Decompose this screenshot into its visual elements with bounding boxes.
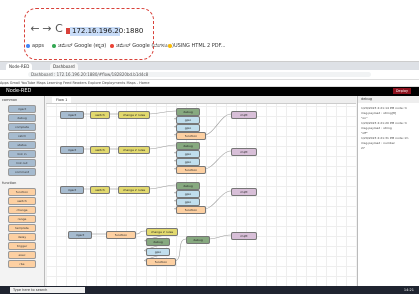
debug-message-line: msg.payload : number [361,141,395,145]
palette-node-inject[interactable]: inject [8,105,36,113]
flow-node-change-2-rules[interactable]: change 2 rules [146,228,178,236]
tab-strip: Node-RED Dashboard [0,62,419,70]
embedded-browser: Node-RED Dashboard Dashboard : 172.16.19… [0,61,419,294]
flow-node-debug[interactable]: debug [176,142,200,150]
palette-node-function[interactable]: function [8,188,36,196]
palette-node-trigger[interactable]: trigger [8,242,36,250]
apps-icon [26,43,30,48]
flow-node-inject[interactable]: inject [60,146,84,154]
deploy-button[interactable]: Deploy [393,88,411,94]
bookmark-google-kannada[interactable]: ಜಿಮೇಲ್ Google (ಕನ್ನಡ) [52,43,106,49]
palette-node-comment[interactable]: comment [8,168,36,176]
flow-node-function[interactable]: function [106,231,136,239]
flow-node-change-2-rules[interactable]: change 2 rules [118,146,150,154]
flow-node-inject[interactable]: inject [68,231,92,239]
node-red-header: Node-RED Deploy [0,87,419,96]
flow-wire [147,110,177,115]
debug-message-line: msg.payload : string [361,126,392,130]
google-icon [110,43,114,48]
palette-node-link-in[interactable]: link in [8,150,36,158]
debug-message-line: msg.payload : string[8] [361,111,397,115]
palette-node-rbe[interactable]: rbe [8,260,36,268]
palette-node-delay[interactable]: delay [8,233,36,241]
taskbar-search-input[interactable]: Type here to search [10,287,85,293]
flow-wire [203,150,232,170]
node-palette: common inject debug complete catch status link… [0,96,45,286]
debug-sidebar: debug 1/29/2023 2:21:14 PM node: ti msg.p… [357,96,419,286]
flow-node-debug[interactable]: debug [176,182,200,190]
palette-node-template[interactable]: template [8,224,36,232]
palette-node-link-out[interactable]: link out [8,159,36,167]
debug-message-line: 1/29/2023 2:21:14 PM node: ti [361,106,407,110]
flow-wire [207,234,232,240]
debug-message-line: 1/29/2023 2:21:20 PM node: ti [361,121,407,125]
palette-node-switch[interactable]: switch [8,197,36,205]
flow-node-inject[interactable]: inject [60,111,84,119]
debug-message-line: 27 [361,146,365,150]
inner-bookmarks-bar: Apps Gmail YouTube Maps Learning Feed Re… [0,80,419,87]
flow-node-debug[interactable]: debug [186,236,210,244]
flow-node-function[interactable]: function [146,258,176,266]
palette-node-change[interactable]: change [8,206,36,214]
flow-wire [203,113,232,136]
flow-node-function[interactable]: function [176,132,206,140]
flow-node-mqtt[interactable]: mqtt [231,188,257,196]
flow-node-change-2-rules[interactable]: change 2 rules [118,111,150,119]
palette-section-common[interactable]: common [2,98,42,103]
flow-workspace[interactable]: Flow 1 inject switch change 2 rules debug gp… [46,96,356,286]
flow-node-debug[interactable]: debug [146,238,170,246]
palette-node-status[interactable]: status [8,141,36,149]
flow-node-gpio[interactable]: gpio [176,198,200,206]
flow-node-function[interactable]: function [176,166,206,174]
flow-node-switch[interactable]: switch [90,111,110,119]
flow-node-gpio[interactable]: gpio [146,248,170,256]
debug-message-line: "on" [361,116,368,120]
flow-node-mqtt[interactable]: mqtt [231,232,257,240]
flow-node-mqtt[interactable]: mqtt [231,111,257,119]
highlight-annotation [24,8,154,60]
bookmark-apps[interactable]: apps [26,43,44,49]
flow-wire [173,238,187,262]
tab-dashboard[interactable]: Dashboard [50,63,78,70]
flow-node-change-2-rules[interactable]: change 2 rules [118,186,150,194]
flow-node-gpio[interactable]: gpio [176,190,200,198]
flow-node-gpio[interactable]: gpio [176,116,200,124]
flow-wire [147,144,177,150]
inner-address-row: Dashboard : 172.16.196.20:1880/#flow/182… [0,70,419,80]
bookmark-icon [168,43,172,48]
google-icon [52,43,56,48]
flow-node-inject[interactable]: inject [60,186,84,194]
palette-section-function[interactable]: function [2,181,42,186]
bookmarks-bar: apps ಜಿಮೇಲ್ Google (ಕನ್ನಡ) ಜಿಮೇಲ್ Google… [0,40,419,51]
palette-node-complete[interactable]: complete [8,123,36,131]
bookmark-google-bengaluru[interactable]: ಜಿಮೇಲ್ Google (ಬೆಂಗಳೂರು) [110,43,174,49]
node-red-logo: Node-RED [6,88,32,94]
flow-wire [147,184,177,190]
flow-node-gpio[interactable]: gpio [176,158,200,166]
flow-wire [203,190,232,210]
flow-node-switch[interactable]: switch [90,146,110,154]
palette-node-exec[interactable]: exec [8,251,36,259]
flow-node-mqtt[interactable]: mqtt [231,148,257,156]
flow-node-gpio[interactable]: gpio [176,150,200,158]
flow-node-switch[interactable]: switch [90,186,110,194]
tab-node-red[interactable]: Node-RED [6,63,33,70]
flow-node-function[interactable]: function [176,206,206,214]
flow-node-debug[interactable]: debug [176,108,200,116]
palette-node-debug[interactable]: debug [8,114,36,122]
bookmark-html2pdf[interactable]: USING HTML 2 PDF... [168,43,226,49]
flow-node-gpio[interactable]: gpio [176,124,200,132]
palette-node-catch[interactable]: catch [8,132,36,140]
debug-message-line: 1/29/2023 2:21:31 PM node: lm [361,136,409,140]
taskbar-clock: 14:21 [403,288,414,292]
debug-message-line: "off" [361,131,368,135]
palette-node-range[interactable]: range [8,215,36,223]
sidebar-title: debug [358,96,419,103]
inner-address-bar[interactable]: Dashboard : 172.16.196.20:1880/#flow/182… [28,72,371,77]
